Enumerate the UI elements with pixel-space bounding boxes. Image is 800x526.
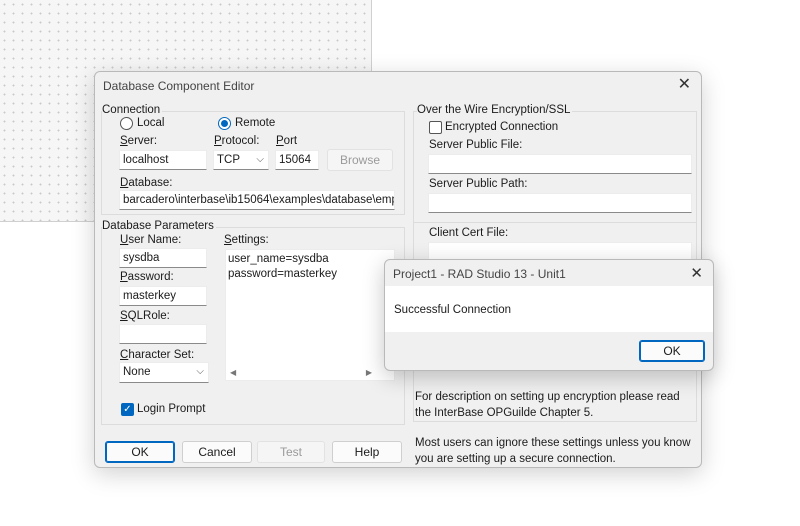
connection-legend: Connection	[102, 104, 163, 116]
test-button[interactable]: Test	[257, 441, 325, 463]
sqlrole-label: SQLRole:	[120, 310, 170, 322]
encrypted-connection-checkbox[interactable]	[429, 121, 442, 134]
server-public-file-input[interactable]	[428, 154, 692, 174]
help-button[interactable]: Help	[332, 441, 402, 463]
charset-label: Character Set:	[120, 349, 195, 361]
sqlrole-input[interactable]	[119, 324, 207, 344]
local-label: Local	[137, 117, 165, 129]
message-dialog: Project1 - RAD Studio 13 - Unit1 ✕ Succe…	[384, 259, 714, 371]
database-label: Database:	[120, 177, 173, 189]
encrypted-connection-label: Encrypted Connection	[445, 121, 559, 133]
ssl-legend: Over the Wire Encryption/SSL	[417, 104, 573, 116]
port-input[interactable]: 15064	[275, 150, 319, 170]
remote-label: Remote	[235, 117, 276, 129]
settings-line: password=masterkey	[228, 268, 337, 280]
dialog-title: Database Component Editor	[103, 79, 255, 93]
login-prompt-label: Login Prompt	[137, 403, 206, 415]
settings-label: Settings:	[224, 234, 269, 246]
close-icon[interactable]: ✕	[690, 264, 703, 282]
server-public-path-input[interactable]	[428, 193, 692, 213]
server-label: Server:	[120, 135, 158, 147]
protocol-label: Protocol:	[214, 135, 260, 147]
password-input[interactable]: masterkey	[119, 286, 207, 306]
secure-connection-info-text: Most users can ignore these settings unl…	[415, 437, 691, 465]
settings-memo[interactable]: user_name=sysdba password=masterkey ◀ ▶	[225, 249, 395, 381]
protocol-value: TCP	[217, 154, 240, 166]
client-cert-file-label: Client Cert File:	[429, 227, 509, 239]
chevron-down-icon: ⌵	[196, 366, 204, 377]
message-text: Successful Connection	[394, 304, 511, 316]
chevron-down-icon: ⌵	[256, 154, 264, 165]
cancel-button[interactable]: Cancel	[182, 441, 252, 463]
ok-button[interactable]: OK	[105, 441, 175, 463]
local-radio[interactable]	[120, 117, 133, 130]
message-dialog-title: Project1 - RAD Studio 13 - Unit1	[393, 267, 566, 281]
username-input[interactable]: sysdba	[119, 248, 207, 268]
login-prompt-checkbox[interactable]: ✓	[121, 403, 134, 416]
server-input[interactable]: localhost	[119, 150, 207, 170]
database-parameters-legend: Database Parameters	[102, 220, 216, 232]
database-input[interactable]: barcadero\interbase\ib15064\examples\dat…	[119, 190, 395, 210]
password-label: Password:	[120, 271, 174, 283]
server-public-file-label: Server Public File:	[429, 139, 523, 151]
charset-select[interactable]: None ⌵	[119, 362, 209, 383]
remote-radio[interactable]	[218, 117, 231, 130]
message-ok-button[interactable]: OK	[639, 340, 705, 362]
settings-line: user_name=sysdba	[228, 253, 329, 265]
scroll-left-icon[interactable]: ◀	[230, 368, 236, 377]
username-label: User Name:	[120, 234, 182, 246]
scroll-right-icon[interactable]: ▶	[366, 368, 372, 377]
horizontal-scrollbar[interactable]: ◀ ▶	[226, 366, 394, 380]
server-public-path-label: Server Public Path:	[429, 178, 528, 190]
protocol-select[interactable]: TCP ⌵	[213, 150, 269, 170]
message-body: Successful Connection	[385, 286, 713, 332]
browse-button[interactable]: Browse	[327, 149, 393, 171]
port-label: Port	[276, 135, 298, 147]
encryption-info-text: For description on setting up encryption…	[415, 391, 680, 419]
charset-value: None	[123, 366, 151, 378]
close-icon[interactable]: ✕	[678, 77, 691, 93]
